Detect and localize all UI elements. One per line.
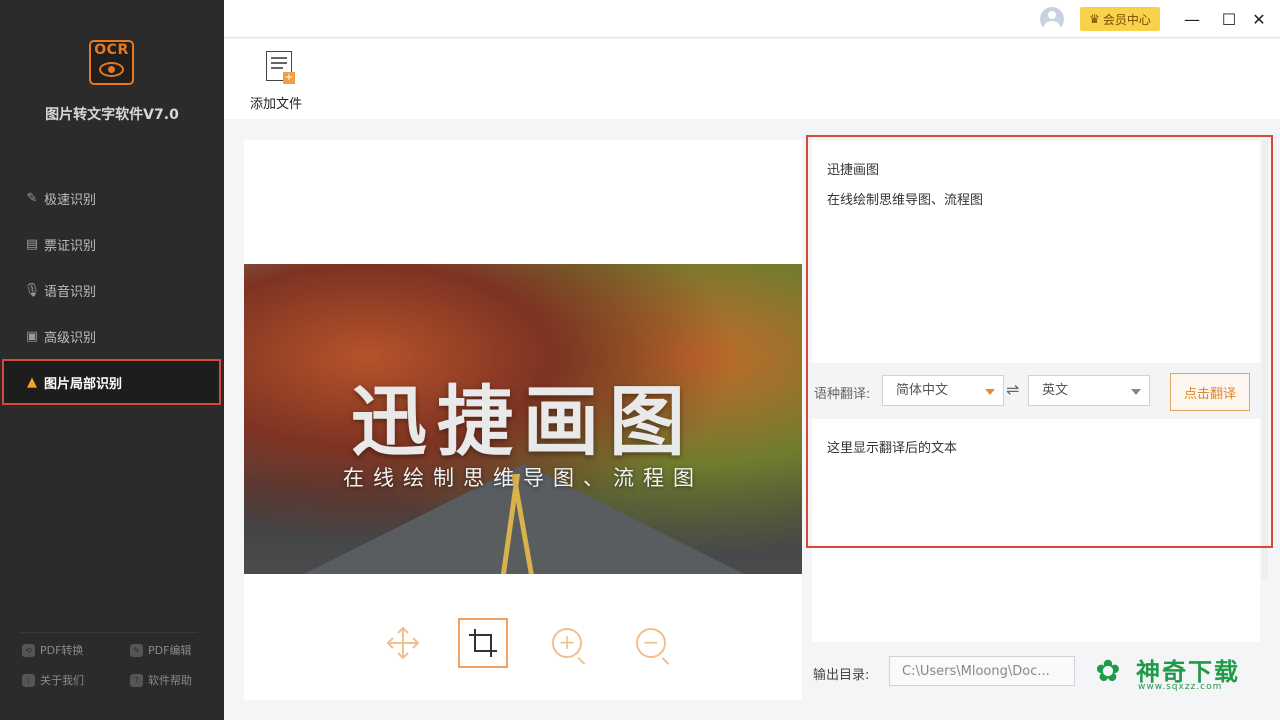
- preview-tools: + −: [378, 618, 678, 670]
- output-dir-label: 输出目录:: [813, 668, 870, 683]
- close-button[interactable]: ✕: [1248, 8, 1270, 30]
- sidebar-item-label: 极速识别: [44, 192, 97, 208]
- add-file-label: 添加文件: [250, 97, 303, 112]
- about-icon: i: [22, 673, 35, 687]
- sidebar-item-label: 票证识别: [44, 238, 97, 254]
- pdf-edit-link[interactable]: ✎ PDF编辑: [130, 642, 212, 658]
- crown-icon: ♛: [1089, 12, 1100, 26]
- eye-icon: [99, 62, 124, 77]
- add-file-button[interactable]: + 添加文件: [248, 49, 310, 112]
- output-dir-input[interactable]: [889, 656, 1075, 686]
- preview-image[interactable]: 迅捷画图 在线绘制思维导图、流程图: [244, 264, 802, 574]
- sidebar: OCR 图片转文字软件V7.0 ✎ 极速识别 ▤ 票证识别 🎙 语音识别 ▣ 高…: [0, 0, 224, 720]
- sidebar-item-label: 图片局部识别: [44, 376, 123, 392]
- ocr-logo: OCR: [89, 40, 134, 85]
- highlight-frame: [806, 135, 1273, 548]
- help-label: 软件帮助: [148, 674, 192, 687]
- zoom-in-icon: +: [552, 628, 582, 658]
- help-icon: ?: [130, 673, 143, 687]
- sidebar-item-ticket[interactable]: ▤ 票证识别: [0, 221, 224, 267]
- minimize-button[interactable]: —: [1181, 8, 1203, 30]
- image-crop-icon: ▲: [27, 374, 37, 390]
- crop-tool-button[interactable]: [458, 618, 508, 668]
- pdf-convert-icon: ⟲: [22, 643, 35, 657]
- sidebar-item-voice[interactable]: 🎙 语音识别: [0, 267, 224, 313]
- sidebar-item-label: 语音识别: [44, 284, 97, 300]
- about-label: 关于我们: [40, 674, 84, 687]
- maximize-button[interactable]: ☐: [1218, 8, 1240, 30]
- ticket-icon: ▤: [25, 236, 39, 252]
- title-bar: ♛ 会员中心 — ☐ ✕: [224, 0, 1280, 38]
- zoom-out-button[interactable]: −: [626, 618, 676, 668]
- sidebar-footer: ⟲ PDF转换 ✎ PDF编辑 i 关于我们 ? 软件帮助: [22, 642, 212, 688]
- image-title-text: 迅捷画图: [351, 377, 695, 466]
- sidebar-item-advanced[interactable]: ▣ 高级识别: [0, 313, 224, 359]
- image-preview-panel: 迅捷画图 在线绘制思维导图、流程图 + −: [244, 140, 802, 700]
- zoom-out-icon: −: [636, 628, 666, 658]
- pdf-convert-link[interactable]: ⟲ PDF转换: [22, 642, 130, 658]
- app-title: 图片转文字软件V7.0: [45, 107, 179, 123]
- microphone-icon: 🎙: [23, 282, 41, 298]
- add-file-icon: +: [266, 51, 295, 84]
- crop-icon: [469, 629, 497, 657]
- image-subtitle-text: 在线绘制思维导图、流程图: [343, 466, 703, 490]
- about-link[interactable]: i 关于我们: [22, 672, 130, 688]
- member-center-button[interactable]: ♛ 会员中心: [1080, 7, 1160, 31]
- user-avatar-icon[interactable]: [1040, 7, 1064, 31]
- pdf-edit-label: PDF编辑: [148, 644, 192, 657]
- move-tool-button[interactable]: [378, 618, 428, 668]
- pdf-convert-label: PDF转换: [40, 644, 84, 657]
- sidebar-nav: ✎ 极速识别 ▤ 票证识别 🎙 语音识别 ▣ 高级识别 ▲ 图片局部识别: [0, 175, 224, 405]
- move-icon: [386, 626, 420, 660]
- sidebar-divider: [20, 632, 198, 633]
- logo-text: OCR: [94, 42, 129, 58]
- sidebar-item-label: 高级识别: [44, 330, 97, 346]
- sidebar-item-quick-scan[interactable]: ✎ 极速识别: [0, 175, 224, 221]
- watermark-url: www.sqxzz.com: [1138, 682, 1223, 692]
- member-center-label: 会员中心: [1102, 12, 1151, 27]
- pdf-edit-icon: ✎: [130, 643, 143, 657]
- site-watermark: ✿ 神奇下载 www.sqxzz.com: [1086, 650, 1272, 698]
- zoom-in-button[interactable]: +: [542, 618, 592, 668]
- advanced-scan-icon: ▣: [25, 328, 39, 344]
- watermark-logo-icon: ✿: [1095, 654, 1121, 689]
- toolbar: + 添加文件: [224, 39, 1280, 119]
- help-link[interactable]: ? 软件帮助: [130, 672, 212, 688]
- sidebar-item-image-partial[interactable]: ▲ 图片局部识别: [2, 359, 221, 405]
- quick-scan-icon: ✎: [26, 190, 38, 206]
